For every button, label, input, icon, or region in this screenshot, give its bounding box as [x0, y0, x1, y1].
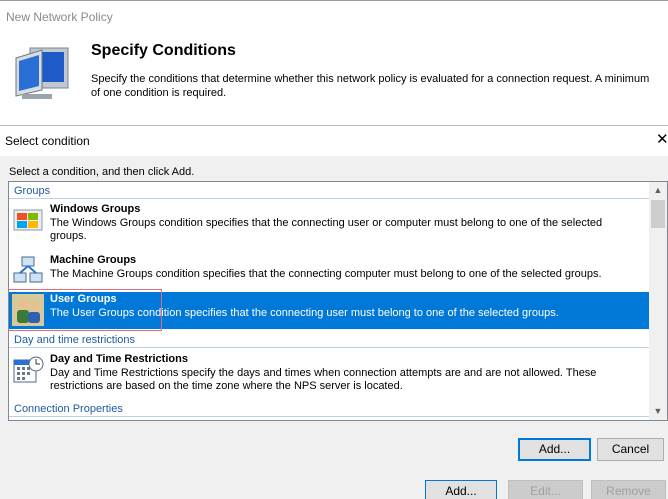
close-icon[interactable]: ✕ — [656, 132, 668, 148]
wizard-header: Specify Conditions Specify the condition… — [0, 32, 668, 126]
item-name: Day and Time Restrictions — [50, 353, 188, 365]
network-monitor-icon — [15, 47, 69, 99]
group-divider — [9, 416, 649, 417]
scrollbar-thumb[interactable] — [651, 200, 665, 228]
select-condition-dialog: Select condition ✕ Select a condition, a… — [0, 126, 668, 473]
item-description: Day and Time Restrictions specify the da… — [50, 367, 597, 392]
windows-groups-icon — [13, 209, 43, 231]
add-button[interactable]: Add... — [518, 438, 591, 461]
parent-edit-button[interactable]: Edit... — [508, 480, 583, 499]
list-item-windows-groups[interactable]: Windows Groups The Windows Groups condit… — [9, 202, 649, 246]
scroll-up-icon[interactable]: ▲ — [649, 182, 667, 199]
item-name: Machine Groups — [50, 254, 137, 266]
page-description: Specify the conditions that determine wh… — [91, 73, 650, 99]
scroll-down-icon[interactable]: ▼ — [649, 403, 667, 420]
machine-groups-icon — [13, 256, 43, 283]
window-titlebar: New Network Policy — [0, 0, 668, 32]
calendar-clock-icon — [13, 356, 44, 383]
group-header-connection-properties: Connection Properties — [14, 403, 123, 415]
parent-add-button[interactable]: Add... — [425, 480, 497, 499]
item-description: The Windows Groups condition specifies t… — [50, 217, 603, 242]
vertical-scrollbar[interactable]: ▲ ▼ — [649, 182, 667, 420]
item-description: The Machine Groups condition specifies t… — [50, 268, 602, 280]
page-title: Specify Conditions — [91, 42, 236, 59]
group-divider — [9, 347, 649, 348]
list-item-machine-groups[interactable]: Machine Groups The Machine Groups condit… — [9, 253, 649, 287]
selection-highlight — [9, 289, 162, 331]
group-divider — [9, 198, 649, 199]
group-header-day-time: Day and time restrictions — [14, 334, 136, 346]
list-item-day-time-restrictions[interactable]: Day and Time Restrictions Day and Time R… — [9, 352, 649, 396]
cancel-button[interactable]: Cancel — [597, 438, 664, 461]
group-header-groups: Groups — [14, 185, 51, 197]
dialog-title: Select condition — [5, 134, 90, 148]
window-title: New Network Policy — [6, 10, 113, 24]
parent-remove-button[interactable]: Remove — [591, 480, 666, 499]
dialog-titlebar: Select condition ✕ — [0, 126, 668, 156]
instruction-text: Select a condition, and then click Add. — [9, 166, 195, 178]
item-name: Windows Groups — [50, 203, 141, 215]
condition-list[interactable]: Groups Windows Groups The Windows Groups… — [8, 181, 668, 421]
